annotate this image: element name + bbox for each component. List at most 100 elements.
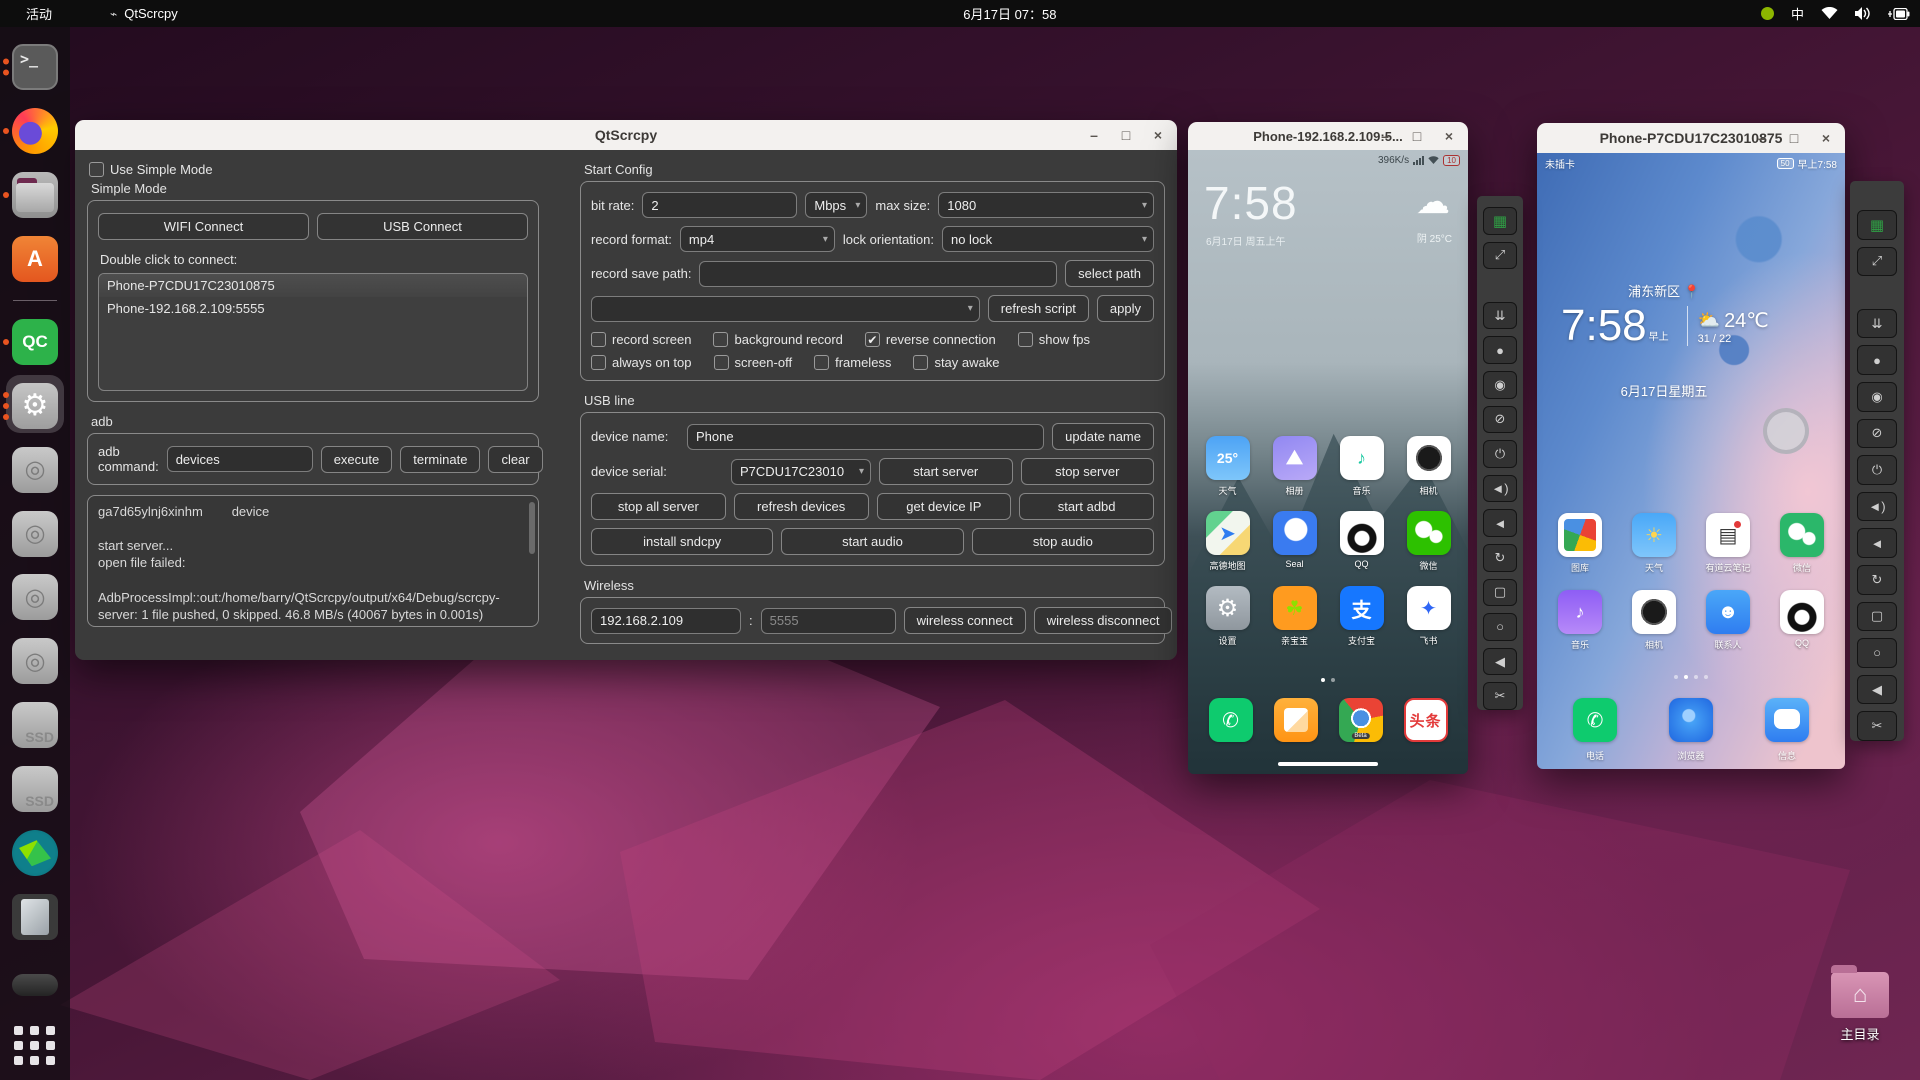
wireless-ip-input[interactable] (591, 607, 741, 634)
app-设置[interactable]: ⚙ 设置 (1197, 586, 1259, 647)
toutiao-app[interactable]: 头条 (1395, 698, 1457, 742)
toutiao-app-icon[interactable]: 头条 (1403, 698, 1448, 742)
browser-app-icon[interactable] (1669, 698, 1713, 742)
app-icon-设置[interactable]: ⚙ (1205, 586, 1250, 630)
record-save-path-input[interactable] (699, 260, 1058, 287)
clear-button[interactable]: clear (488, 445, 543, 473)
app-有道云笔记[interactable]: ▤ 有道云笔记 (1697, 513, 1759, 574)
volume-up-icon[interactable]: ◄) (1857, 491, 1897, 522)
use-simple-mode-checkbox[interactable]: Use Simple Mode (89, 162, 539, 177)
messages-app-icon[interactable] (1765, 698, 1809, 742)
record-format-select[interactable]: mp4 ▾ (679, 226, 835, 252)
app-icon-微信[interactable] (1780, 513, 1824, 557)
chrome-app-icon[interactable]: Beta (1338, 698, 1383, 742)
app-高德地图[interactable]: ➤ 高德地图 (1197, 511, 1259, 572)
screenshot-icon[interactable]: ✂ (1857, 711, 1897, 741)
power-icon[interactable]: ⏻ (1857, 455, 1897, 485)
qtscrcpy-titlebar[interactable]: QtScrcpy – □ × (75, 120, 1177, 150)
device-name-input[interactable] (687, 423, 1045, 450)
device-list-item[interactable]: Phone-P7CDU17C23010875 (99, 274, 527, 297)
screen-toggle-icon[interactable]: ● (1857, 345, 1897, 375)
dock-item-disk-3[interactable]: ◎ (0, 569, 70, 627)
app-icon-亲宝宝[interactable]: ☘ (1272, 586, 1317, 630)
update-name-button[interactable]: update name (1052, 423, 1154, 450)
app-相机[interactable]: 相机 (1623, 590, 1685, 651)
stop-all-server-button[interactable]: stop all server (591, 493, 726, 520)
app-icon-相机[interactable] (1406, 436, 1451, 480)
clock-weather-widget[interactable]: 7:58 早上 ⛅ 24℃ 31 / 22 (1561, 301, 1769, 351)
eye-closed-icon[interactable]: ⊘ (1857, 418, 1897, 449)
app-飞书[interactable]: ✦ 飞书 (1398, 586, 1460, 647)
focused-app-indicator[interactable]: ⌁ QtScrcpy (110, 6, 178, 21)
system-tray[interactable]: 中 (1760, 4, 1910, 23)
minimize-button[interactable]: – (1376, 128, 1394, 144)
app-音乐[interactable]: ♪ 音乐 (1549, 590, 1611, 651)
dock-item-files[interactable] (0, 166, 70, 224)
input-method-indicator[interactable]: 中 (1791, 4, 1804, 23)
power-icon[interactable]: ⏻ (1483, 440, 1517, 468)
dock-item-disk-4[interactable]: ◎ (0, 632, 70, 690)
terminate-button[interactable]: terminate (400, 445, 481, 473)
activities-button[interactable]: 活动 (26, 4, 52, 23)
app-switch-icon[interactable]: ▢ (1857, 601, 1897, 632)
option-checkbox-stay-awake[interactable]: stay awake (913, 355, 999, 370)
dock-item-disk-2[interactable]: ◎ (0, 505, 70, 563)
dock-item-show-apps[interactable] (0, 1016, 70, 1074)
group-control-icon[interactable]: ▦ (1857, 210, 1897, 240)
expand-icon[interactable]: ⇊ (1483, 301, 1517, 330)
dock-item-ubuntu-software[interactable]: A (0, 230, 70, 288)
app-相册[interactable]: ⛰ 相册 (1264, 436, 1326, 497)
option-checkbox-show-fps[interactable]: show fps (1017, 332, 1090, 347)
eye-open-icon[interactable]: ◉ (1483, 370, 1517, 399)
app-天气[interactable]: ☀ 天气 (1623, 513, 1685, 574)
checkbox-box[interactable]: ✔ (864, 332, 880, 347)
wifi-connect-button[interactable]: WIFI Connect (98, 213, 309, 240)
usb-connect-button[interactable]: USB Connect (317, 213, 528, 240)
app-icon-天气[interactable]: ☀ (1632, 513, 1676, 557)
close-button[interactable]: × (1149, 127, 1167, 143)
phone-call-app-icon[interactable]: ✆ (1573, 698, 1617, 742)
wireless-port-input[interactable] (760, 607, 896, 634)
minimize-button[interactable]: – (1085, 127, 1103, 143)
app-icon-微信[interactable] (1406, 511, 1451, 555)
volume-up-icon[interactable]: ◄) (1483, 474, 1517, 503)
checkbox-box[interactable] (814, 355, 830, 370)
app-亲宝宝[interactable]: ☘ 亲宝宝 (1264, 586, 1326, 647)
app-音乐[interactable]: ♪ 音乐 (1331, 436, 1393, 497)
wireless-disconnect-button[interactable]: wireless disconnect (1033, 607, 1173, 634)
wireless-connect-button[interactable]: wireless connect (903, 607, 1026, 634)
app-联系人[interactable]: ☻ 联系人 (1697, 590, 1759, 651)
adb-console-output[interactable]: ga7d65ylnj6xinhm device start server... … (87, 495, 539, 627)
app-icon-Seal[interactable] (1272, 511, 1317, 555)
device-list-item[interactable]: Phone-192.168.2.109:5555 (99, 297, 527, 320)
app-微信[interactable]: 微信 (1771, 513, 1833, 574)
phone-call-app-icon[interactable]: ✆ (1208, 698, 1253, 742)
minimize-button[interactable]: – (1753, 130, 1771, 146)
folder-icon[interactable]: ⌂ (1831, 965, 1889, 1018)
dock-item-ssd-2[interactable]: SSD (0, 760, 70, 818)
script-select[interactable]: ▾ (591, 295, 980, 322)
device-list[interactable]: Phone-P7CDU17C23010875 Phone-192.168.2.10… (98, 273, 528, 391)
app-Seal[interactable]: Seal (1264, 511, 1326, 572)
app-icon-图库[interactable] (1558, 513, 1602, 557)
app-icon-音乐[interactable]: ♪ (1339, 436, 1384, 480)
messages-app-icon[interactable] (1273, 698, 1318, 742)
console-scrollbar[interactable] (529, 502, 535, 554)
option-checkbox-reverse-connection[interactable]: ✔ reverse connection (864, 332, 996, 347)
phone-call-app[interactable]: ✆ 电话 (1564, 698, 1626, 762)
dock-item-terminal[interactable]: >_ (0, 38, 70, 96)
expand-icon[interactable]: ⇊ (1857, 308, 1897, 339)
checkbox-box[interactable] (1017, 332, 1033, 347)
chrome-app[interactable]: Beta (1330, 698, 1392, 742)
start-audio-button[interactable]: start audio (781, 528, 964, 555)
lock-orientation-select[interactable]: no lock ▾ (941, 226, 1154, 252)
close-button[interactable]: × (1440, 128, 1458, 144)
app-icon-支付宝[interactable]: 支 (1339, 586, 1384, 630)
refresh-script-button[interactable]: refresh script (987, 295, 1089, 322)
app-图库[interactable]: 图库 (1549, 513, 1611, 574)
phone2-screen[interactable]: 未插卡 50 早上7:58 浦东新区 📍 7:58 早上 ⛅ 24℃ 31 / 2… (1537, 153, 1845, 769)
dock-item-remote-tool[interactable] (0, 824, 70, 882)
checkbox-box[interactable] (713, 355, 729, 370)
assistive-ball[interactable] (1763, 408, 1809, 454)
rotate-icon[interactable]: ↻ (1483, 543, 1517, 572)
